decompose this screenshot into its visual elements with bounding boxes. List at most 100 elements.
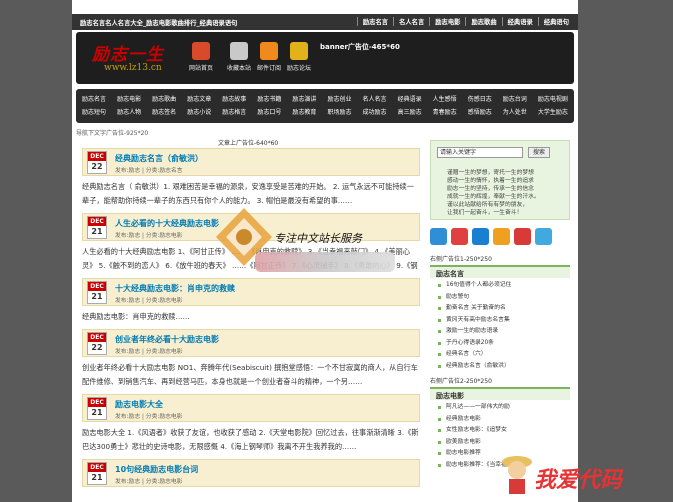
bottom-watermark: 我爱代码 <box>534 467 623 493</box>
nav-item[interactable]: 励志名言 <box>82 94 106 106</box>
quote-list: 16句值得个人都必须记住 励志警句 勤奋名言 关于勤奋的名 黄冈天有高中励志名言… <box>430 280 570 372</box>
nav-item[interactable]: 青春励志 <box>433 107 457 119</box>
list-item[interactable]: 女性励志电影：《追梦女 <box>438 425 570 437</box>
top-link[interactable]: 励志歌曲 <box>465 17 501 26</box>
search-button[interactable]: 搜索 <box>528 147 550 158</box>
post-title[interactable]: 经典励志名言（俞敏洪） <box>115 153 203 164</box>
date-day: 22 <box>91 162 103 171</box>
share-icon[interactable] <box>451 228 468 245</box>
post-title[interactable]: 十大经典励志电影：肖申克的救赎 <box>115 283 235 294</box>
list-item[interactable]: 励志警句 <box>438 292 570 304</box>
nav-item[interactable]: 伤感日志 <box>468 94 492 106</box>
post-title[interactable]: 励志电影大全 <box>115 399 163 410</box>
date-month: DEC <box>88 333 106 342</box>
nav-item[interactable]: 经典语录 <box>398 94 422 106</box>
nav-item[interactable]: 励志教育 <box>292 107 316 119</box>
top-bar: 励志名言名人名言大全_励志电影歌曲排行_经典语录语句 励志名言 名人名言 励志电… <box>72 14 578 30</box>
post-header: DEC 22 经典励志名言（俞敏洪） 发布:励志 | 分类:励志名言 <box>82 148 420 176</box>
watermark: 专注中文站长服务 <box>214 206 438 268</box>
nav-item[interactable]: 人生感悟 <box>433 94 457 106</box>
rss-link[interactable]: 邮件订阅 <box>252 42 286 72</box>
nav-item[interactable]: 名人名言 <box>363 94 387 106</box>
left-gutter <box>0 0 72 502</box>
search-input[interactable]: 请输入关键字 <box>437 147 523 158</box>
post-excerpt: 经典励志电影：肖申克的救赎…… <box>82 312 190 321</box>
post-title[interactable]: 人生必看的十大经典励志电影 <box>115 218 219 229</box>
share-icon[interactable] <box>535 228 552 245</box>
list-item[interactable]: 16句值得个人都必须记住 <box>438 280 570 292</box>
nav-item[interactable]: 励志人物 <box>117 107 141 119</box>
share-icon[interactable] <box>472 228 489 245</box>
motto-line: 励志一生的坚持，传承一生的信念 <box>447 186 534 192</box>
nav-item[interactable]: 励志书籍 <box>257 94 281 106</box>
home-label: 网站首页 <box>188 65 213 72</box>
top-link[interactable]: 名人名言 <box>393 17 429 26</box>
nav-item[interactable]: 为人处世 <box>503 107 527 119</box>
list-item[interactable]: 经典励志名言（俞敏洪） <box>438 361 570 373</box>
motto-line: 让我们一起奋斗，一生奋斗！ <box>447 210 523 216</box>
nav-item[interactable]: 职场励志 <box>327 107 351 119</box>
list-item[interactable]: 欧美励志电影 <box>438 437 570 449</box>
nav-item[interactable]: 大学生励志 <box>538 107 568 119</box>
post-header: DEC 21 励志电影大全 发布:励志 | 分类:励志电影 <box>82 394 420 422</box>
watermark-text: 专注中文站长服务 <box>274 232 362 245</box>
share-icon[interactable] <box>493 228 510 245</box>
rss-label: 邮件订阅 <box>256 65 281 72</box>
nav-item[interactable]: 励志小说 <box>187 107 211 119</box>
nav-item[interactable]: 励志故事 <box>222 94 246 106</box>
top-link[interactable]: 励志名言 <box>356 17 393 26</box>
post-title[interactable]: 创业者年终必看十大励志电影 <box>115 334 219 345</box>
nav-item[interactable]: 励志短句 <box>82 107 106 119</box>
post-title[interactable]: 10句经典励志电影台词 <box>115 464 198 475</box>
date-badge: DEC 22 <box>87 151 107 174</box>
home-link[interactable]: 网站首页 <box>184 42 218 72</box>
nav-item[interactable]: 励志歌曲 <box>152 94 176 106</box>
post-meta: 发布:励志 | 分类:励志名言 <box>115 168 183 174</box>
nav-row: 励志名言 励志电影 励志歌曲 励志文章 励志故事 励志书籍 励志演讲 励志创业 名人名言 经典语录… <box>82 94 568 106</box>
date-day: 21 <box>91 292 103 301</box>
bookmark-link[interactable]: 收藏本站 <box>222 42 256 72</box>
post-header: DEC 22 创业者年终必看十大励志电影 发布:励志 | 分类:励志电影 <box>82 329 420 357</box>
list-item[interactable]: 经典名言（六） <box>438 349 570 361</box>
nav-item[interactable]: 高三励志 <box>398 107 422 119</box>
site-logo[interactable]: 励志一生 <box>92 40 164 65</box>
top-link[interactable]: 励志电影 <box>429 17 465 26</box>
top-link[interactable]: 经典语句 <box>537 17 574 26</box>
list-item[interactable]: 于丹心得语录20条 <box>438 338 570 350</box>
motto-line: 成就一生的辉煌，奉献一生的汗水。 <box>447 194 540 200</box>
forum-label: 励志论坛 <box>286 65 311 72</box>
post-header: DEC 21 10句经典励志电影台词 发布:励志 | 分类:励志电影 <box>82 459 420 487</box>
nav-item[interactable]: 励志格言 <box>222 107 246 119</box>
nav-item[interactable]: 励志口号 <box>257 107 281 119</box>
forum-link[interactable]: 励志论坛 <box>282 42 316 72</box>
list-item[interactable]: 激励一生的励志语录 <box>438 326 570 338</box>
nav-item[interactable]: 励志演讲 <box>292 94 316 106</box>
home-icon <box>192 42 210 60</box>
date-month: DEC <box>88 398 106 407</box>
section-heading: 励志名言 <box>430 265 570 278</box>
post-excerpt: 经典励志名言（ 俞敏洪）1. 艰难困苦是幸福的源泉，安逸享受是苦难的开始。 2.… <box>82 182 414 205</box>
list-item[interactable]: 阿凡达——一部伟大的励 <box>438 402 570 414</box>
date-day: 22 <box>91 343 103 352</box>
list-item[interactable]: 黄冈天有高中励志名言集 <box>438 315 570 327</box>
nav-item[interactable]: 励志电影 <box>117 94 141 106</box>
list-item[interactable]: 勤奋名言 关于勤奋的名 <box>438 303 570 315</box>
search-box: 请输入关键字 搜索 谨赠一生的梦想，寄托一生的梦想 感动一生的情怀，执着一生的追… <box>430 140 570 220</box>
sidebar-ad-1: 右侧广告位1-250*250 <box>430 256 492 263</box>
list-item[interactable]: 经典励志电影 <box>438 414 570 426</box>
nav-item[interactable]: 励志创业 <box>327 94 351 106</box>
post-item: DEC 21 10句经典励志电影台词 发布:励志 | 分类:励志电影 <box>82 459 420 487</box>
nav-item[interactable]: 成功励志 <box>363 107 387 119</box>
text-ad-slot: 导航下文字广告位-925*20 <box>76 130 149 137</box>
top-link[interactable]: 经典语录 <box>501 17 538 26</box>
nav-item[interactable]: 感悟励志 <box>468 107 492 119</box>
site-logo-url[interactable]: www.lz13.cn <box>104 63 162 73</box>
date-day: 21 <box>91 227 103 236</box>
date-badge: DEC 21 <box>87 462 107 485</box>
nav-item[interactable]: 励志电视剧 <box>538 94 568 106</box>
nav-item[interactable]: 励志文章 <box>187 94 211 106</box>
motto-line: 谨以此站献给所有有梦的朋友， <box>447 202 529 208</box>
nav-item[interactable]: 励志台词 <box>503 94 527 106</box>
nav-item[interactable]: 励志签名 <box>152 107 176 119</box>
share-icon[interactable] <box>514 228 531 245</box>
